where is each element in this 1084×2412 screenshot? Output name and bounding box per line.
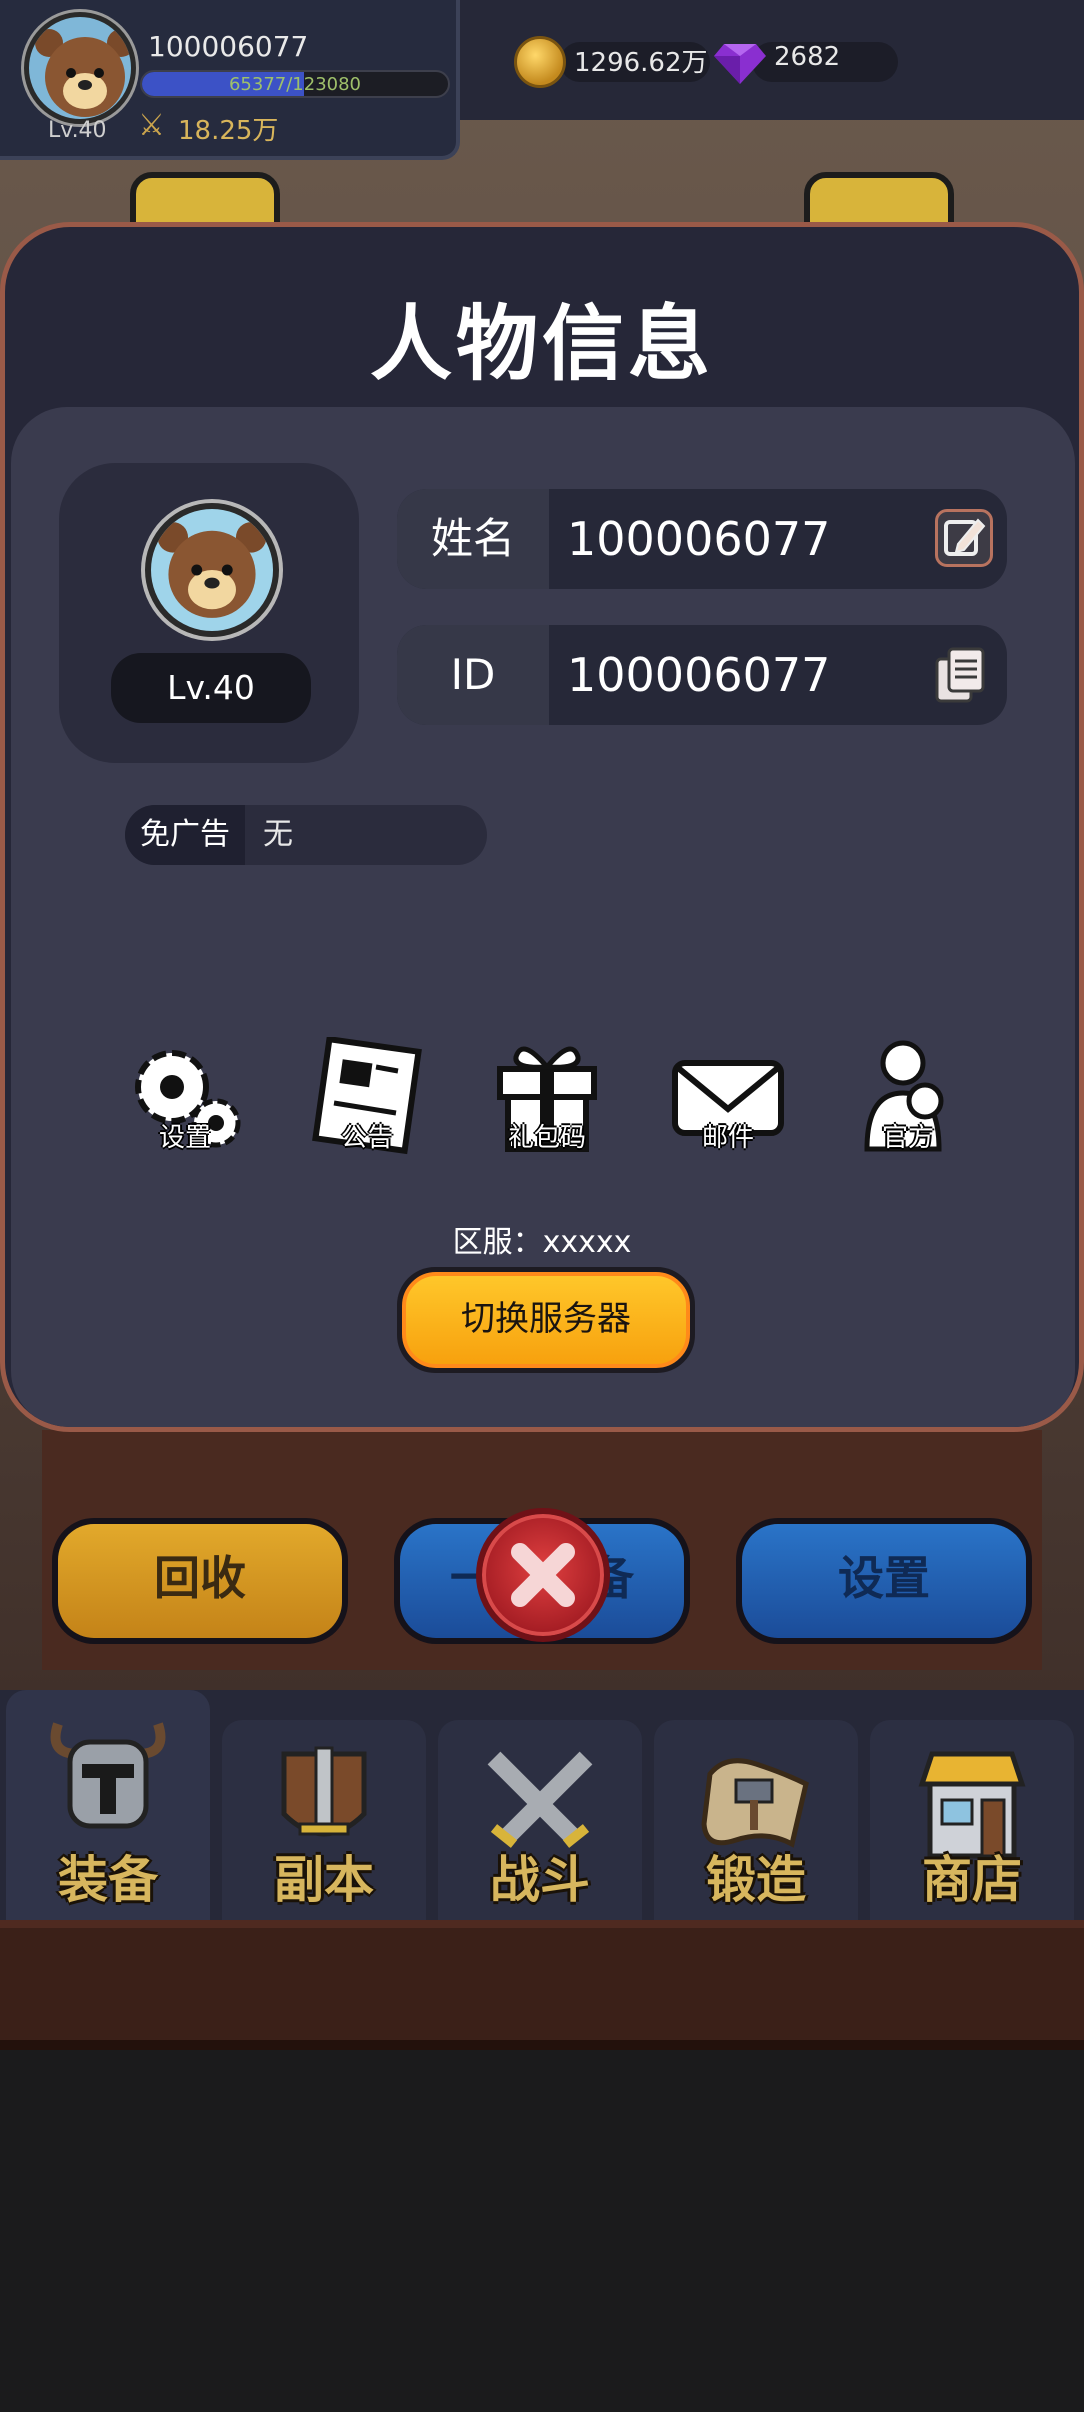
no-ads-label: 免广告 bbox=[125, 805, 245, 865]
func-settings-label: 设置 bbox=[158, 1123, 211, 1153]
func-announcement-label: 公告 bbox=[340, 1123, 393, 1153]
gem-icon bbox=[714, 44, 766, 84]
no-ads-value: 无 bbox=[263, 817, 293, 852]
crossed-swords-icon: ⚔ bbox=[138, 108, 165, 143]
tab-forge-label: 锻造 bbox=[706, 1851, 806, 1909]
tab-battle-label: 战斗 bbox=[490, 1851, 590, 1909]
tab-shop-label: 商店 bbox=[922, 1851, 1022, 1909]
player-level: Lv.40 bbox=[48, 118, 107, 143]
func-mail[interactable]: 邮件 bbox=[663, 1037, 793, 1167]
func-gift-code-label: 礼包码 bbox=[507, 1123, 586, 1153]
player-panel[interactable]: 100006077 65377/123080 Lv.40 ⚔ 18.25万 bbox=[0, 0, 460, 160]
settings-button[interactable]: 设置 bbox=[736, 1518, 1032, 1644]
func-official-label: 官方 bbox=[881, 1123, 934, 1153]
recycle-button[interactable]: 回收 bbox=[52, 1518, 348, 1644]
tab-battle[interactable]: 战斗 bbox=[438, 1720, 642, 1920]
id-label: ID bbox=[397, 625, 549, 725]
player-avatar[interactable] bbox=[24, 12, 136, 124]
no-ads-row: 免广告 无 bbox=[125, 805, 487, 865]
edit-name-button[interactable] bbox=[935, 509, 993, 567]
tab-equipment[interactable]: 装备 bbox=[6, 1690, 210, 1920]
func-mail-label: 邮件 bbox=[701, 1123, 754, 1153]
name-row: 姓名 100006077 bbox=[397, 489, 1007, 589]
close-modal-button[interactable] bbox=[476, 1508, 610, 1642]
tab-dungeon[interactable]: 副本 bbox=[222, 1720, 426, 1920]
copy-id-button[interactable] bbox=[933, 645, 989, 705]
exp-bar: 65377/123080 bbox=[140, 70, 450, 98]
bottom-strip bbox=[0, 1920, 1084, 2050]
modal-title: 人物信息 bbox=[369, 297, 714, 392]
switch-server-button[interactable]: 切换服务器 bbox=[397, 1267, 695, 1373]
tab-dungeon-label: 副本 bbox=[274, 1851, 374, 1909]
bear-avatar-icon bbox=[35, 29, 131, 117]
server-label: 区服：xxxxx bbox=[452, 1225, 632, 1260]
name-value: 100006077 bbox=[567, 512, 831, 566]
gem-value: 2682 bbox=[774, 42, 841, 72]
switch-server-label: 切换服务器 bbox=[402, 1272, 690, 1368]
helmet-icon bbox=[50, 1722, 166, 1829]
exp-text: 65377/123080 bbox=[228, 74, 362, 95]
avatar-level-badge: Lv.40 bbox=[111, 653, 311, 723]
close-icon bbox=[511, 1543, 575, 1607]
id-value: 100006077 bbox=[567, 648, 831, 702]
id-row: ID 100006077 bbox=[397, 625, 1007, 725]
copy-icon bbox=[935, 647, 985, 703]
coin-icon bbox=[514, 36, 566, 88]
tab-equipment-label: 装备 bbox=[58, 1851, 158, 1909]
settings-button-label: 设置 bbox=[742, 1524, 1026, 1638]
tab-shop[interactable]: 商店 bbox=[870, 1720, 1074, 1920]
name-label: 姓名 bbox=[397, 489, 549, 589]
func-gift-code[interactable]: 礼包码 bbox=[482, 1037, 612, 1167]
coin-value: 1296.62万 bbox=[574, 48, 708, 78]
bear-avatar-icon bbox=[157, 522, 267, 618]
avatar[interactable] bbox=[145, 503, 279, 637]
pencil-icon bbox=[944, 518, 986, 556]
tab-forge[interactable]: 锻造 bbox=[654, 1720, 858, 1920]
avatar-card: Lv.40 bbox=[59, 463, 359, 763]
power-value: 18.25万 bbox=[178, 116, 279, 146]
func-announcement[interactable]: 公告 bbox=[302, 1037, 432, 1167]
character-info-modal: 人物信息 Lv.40 姓名 100006077 ID 100006077 免广告… bbox=[0, 222, 1084, 1432]
func-official[interactable]: 官方 bbox=[843, 1037, 973, 1167]
recycle-button-label: 回收 bbox=[58, 1524, 342, 1638]
func-settings[interactable]: 设置 bbox=[120, 1037, 250, 1167]
player-name: 100006077 bbox=[148, 30, 309, 63]
